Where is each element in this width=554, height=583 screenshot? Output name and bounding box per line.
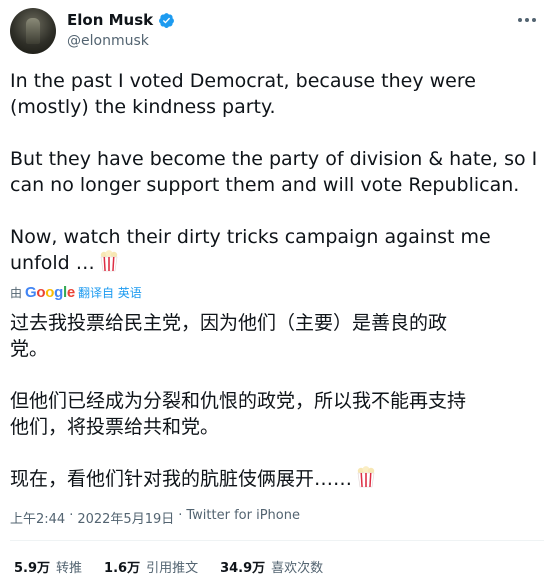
tweet-text: In the past I voted Democrat, because th… (10, 68, 544, 276)
translation-attribution: 由 Google 翻译自 英语 (10, 283, 142, 301)
tweet-paragraph-3: Now, watch their dirty tricks campaign a… (10, 224, 544, 276)
display-name[interactable]: Elon Musk (67, 11, 153, 29)
likes-count: 34.9万 (220, 561, 266, 576)
translated-line-with-emoji: 现在，看他们针对我的肮脏伎俩展开…… (10, 466, 544, 492)
likes-label: 喜欢次数 (271, 561, 324, 576)
divider (10, 540, 544, 541)
translated-line: 党。 (10, 338, 49, 360)
translated-from-link[interactable]: 翻译自 英语 (78, 284, 142, 301)
popcorn-emoji-icon (100, 250, 118, 272)
tweet-header: Elon Musk @elonmusk (10, 8, 544, 56)
verified-badge-icon (159, 12, 175, 28)
translated-text: 过去我投票给民主党，因为他们（主要）是善良的政 党。 但他们已经成为分裂和仇恨的… (10, 310, 544, 492)
translated-line: 他们，将投票给共和党。 (10, 416, 220, 438)
retweets-label: 转推 (56, 561, 83, 576)
handle[interactable]: @elonmusk (67, 33, 149, 49)
translated-line: 但他们已经成为分裂和仇恨的政党，所以我不能再支持 (10, 390, 467, 412)
quote-tweets-count: 1.6万 (104, 561, 141, 576)
quote-tweets-stat[interactable]: 1.6万 引用推文 (104, 557, 198, 576)
translated-paragraph-3: 现在，看他们针对我的肮脏伎俩展开…… (10, 466, 544, 492)
google-logo: Google (25, 283, 75, 301)
tweet-line: Now, watch their dirty tricks campaign a… (10, 226, 491, 248)
meta-separator: · (69, 508, 74, 523)
tweet-time[interactable]: 上午2:44 (10, 508, 65, 527)
meta-separator: · (178, 508, 183, 523)
avatar[interactable] (10, 8, 56, 54)
tweet-date[interactable]: 2022年5月19日 (77, 508, 174, 527)
retweets-count: 5.9万 (14, 561, 51, 576)
likes-stat[interactable]: 34.9万 喜欢次数 (220, 557, 323, 576)
translated-line: 过去我投票给民主党，因为他们（主要）是善良的政 (10, 312, 448, 334)
name-row: Elon Musk (67, 11, 175, 29)
tweet-line: (mostly) the kindness party. (10, 96, 276, 118)
tweet-stats: 5.9万 转推 1.6万 引用推文 34.9万 喜欢次数 (14, 557, 323, 576)
translated-paragraph-2: 但他们已经成为分裂和仇恨的政党，所以我不能再支持 他们，将投票给共和党。 (10, 388, 544, 440)
tweet-line-with-emoji: unfold … (10, 250, 544, 276)
tweet-paragraph-2: But they have become the party of divisi… (10, 146, 544, 198)
tweet-line: unfold … (10, 252, 95, 274)
tweet-line: can no longer support them and will vote… (10, 174, 520, 196)
more-options-icon[interactable] (512, 10, 542, 30)
tweet-line: In the past I voted Democrat, because th… (10, 70, 476, 92)
retweets-stat[interactable]: 5.9万 转推 (14, 557, 82, 576)
tweet-meta: 上午2:44 · 2022年5月19日 · Twitter for iPhone (10, 508, 300, 527)
tweet-source[interactable]: Twitter for iPhone (186, 508, 300, 527)
translated-line: 现在，看他们针对我的肮脏伎俩展开…… (10, 468, 353, 490)
popcorn-emoji-icon (357, 466, 375, 488)
avatar-figure (26, 18, 40, 44)
tweet-paragraph-1: In the past I voted Democrat, because th… (10, 68, 544, 120)
translated-by-label: 由 (10, 285, 23, 300)
translated-paragraph-1: 过去我投票给民主党，因为他们（主要）是善良的政 党。 (10, 310, 544, 362)
tweet-line: But they have become the party of divisi… (10, 148, 538, 170)
quote-tweets-label: 引用推文 (146, 561, 199, 576)
